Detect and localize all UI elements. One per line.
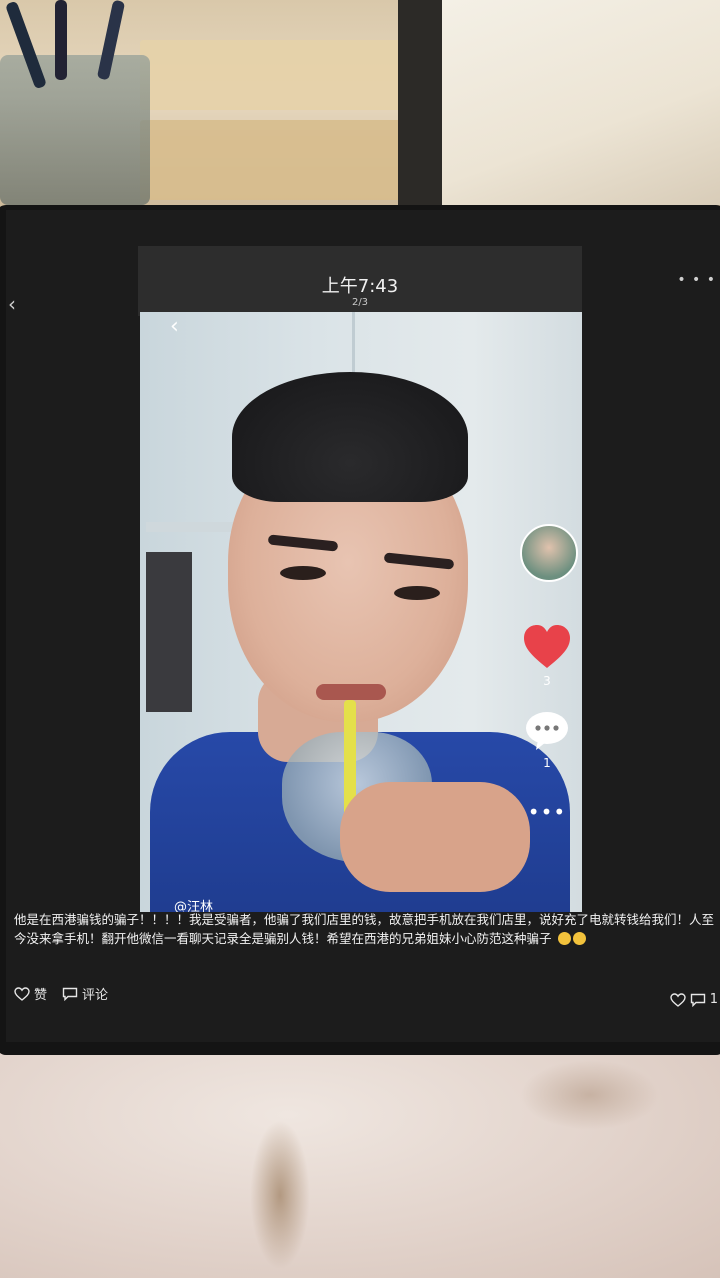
comment-label: 评论 <box>82 988 109 1003</box>
like-label: 赞 <box>34 988 48 1003</box>
comment-button[interactable]: 评论 <box>62 984 108 1003</box>
comment-bubble-icon[interactable] <box>524 710 570 752</box>
background-window <box>440 0 720 205</box>
screenshot-header: 上午7:43 2/3 <box>138 246 582 316</box>
tablet-screen: ‹ • • • 上午7:43 2/3 ‹ 3 1 ••• @汪林 他是在西港骗钱… <box>6 210 720 1042</box>
marble-vein <box>520 1060 660 1130</box>
background-shelf <box>140 120 410 200</box>
background-pen-holder <box>0 55 150 205</box>
emoji-icon <box>572 932 586 945</box>
like-count: 3 <box>543 674 551 688</box>
background-post <box>398 0 442 205</box>
emoji-icon <box>557 932 571 945</box>
post-stats[interactable]: 1 <box>670 992 718 1007</box>
comment-outline-icon <box>690 993 705 1007</box>
post-stat-count: 1 <box>709 992 718 1007</box>
back-arrow-icon[interactable]: ‹ <box>8 292 16 316</box>
heart-outline-icon <box>14 986 30 1001</box>
post-caption-text: 他是在西港骗钱的骗子！！！！我是受骗者，他骗了我们店里的钱，故意把手机放在我们店… <box>14 912 715 946</box>
heart-outline-icon <box>670 992 686 1007</box>
like-button[interactable]: 赞 <box>14 984 47 1003</box>
video-frame[interactable]: ‹ 3 1 ••• @汪林 <box>140 312 582 912</box>
video-back-icon[interactable]: ‹ <box>170 314 179 339</box>
marble-vein <box>250 1120 310 1270</box>
background-shelf <box>140 40 410 110</box>
person-hand <box>340 782 530 892</box>
header-time: 上午7:43 <box>321 276 399 297</box>
share-more-icon[interactable]: ••• <box>522 800 572 824</box>
person-eye <box>280 566 326 580</box>
photo-scene: ‹ • • • 上午7:43 2/3 ‹ 3 1 ••• @汪林 他是在西港骗钱… <box>0 0 720 1278</box>
person-eye <box>394 586 440 600</box>
comment-outline-icon <box>62 987 78 1001</box>
background-pen <box>55 0 67 80</box>
creator-avatar[interactable] <box>520 524 578 582</box>
person-mouth <box>316 684 386 700</box>
page-indicator: 2/3 <box>351 297 369 308</box>
hanging-clothes <box>146 552 192 712</box>
comment-count: 1 <box>543 756 551 770</box>
person-hair <box>232 372 468 502</box>
more-options-icon[interactable]: • • • <box>677 272 716 288</box>
heart-icon[interactable] <box>522 624 572 670</box>
post-caption: 他是在西港骗钱的骗子！！！！我是受骗者，他骗了我们店里的钱，故意把手机放在我们店… <box>14 910 714 948</box>
